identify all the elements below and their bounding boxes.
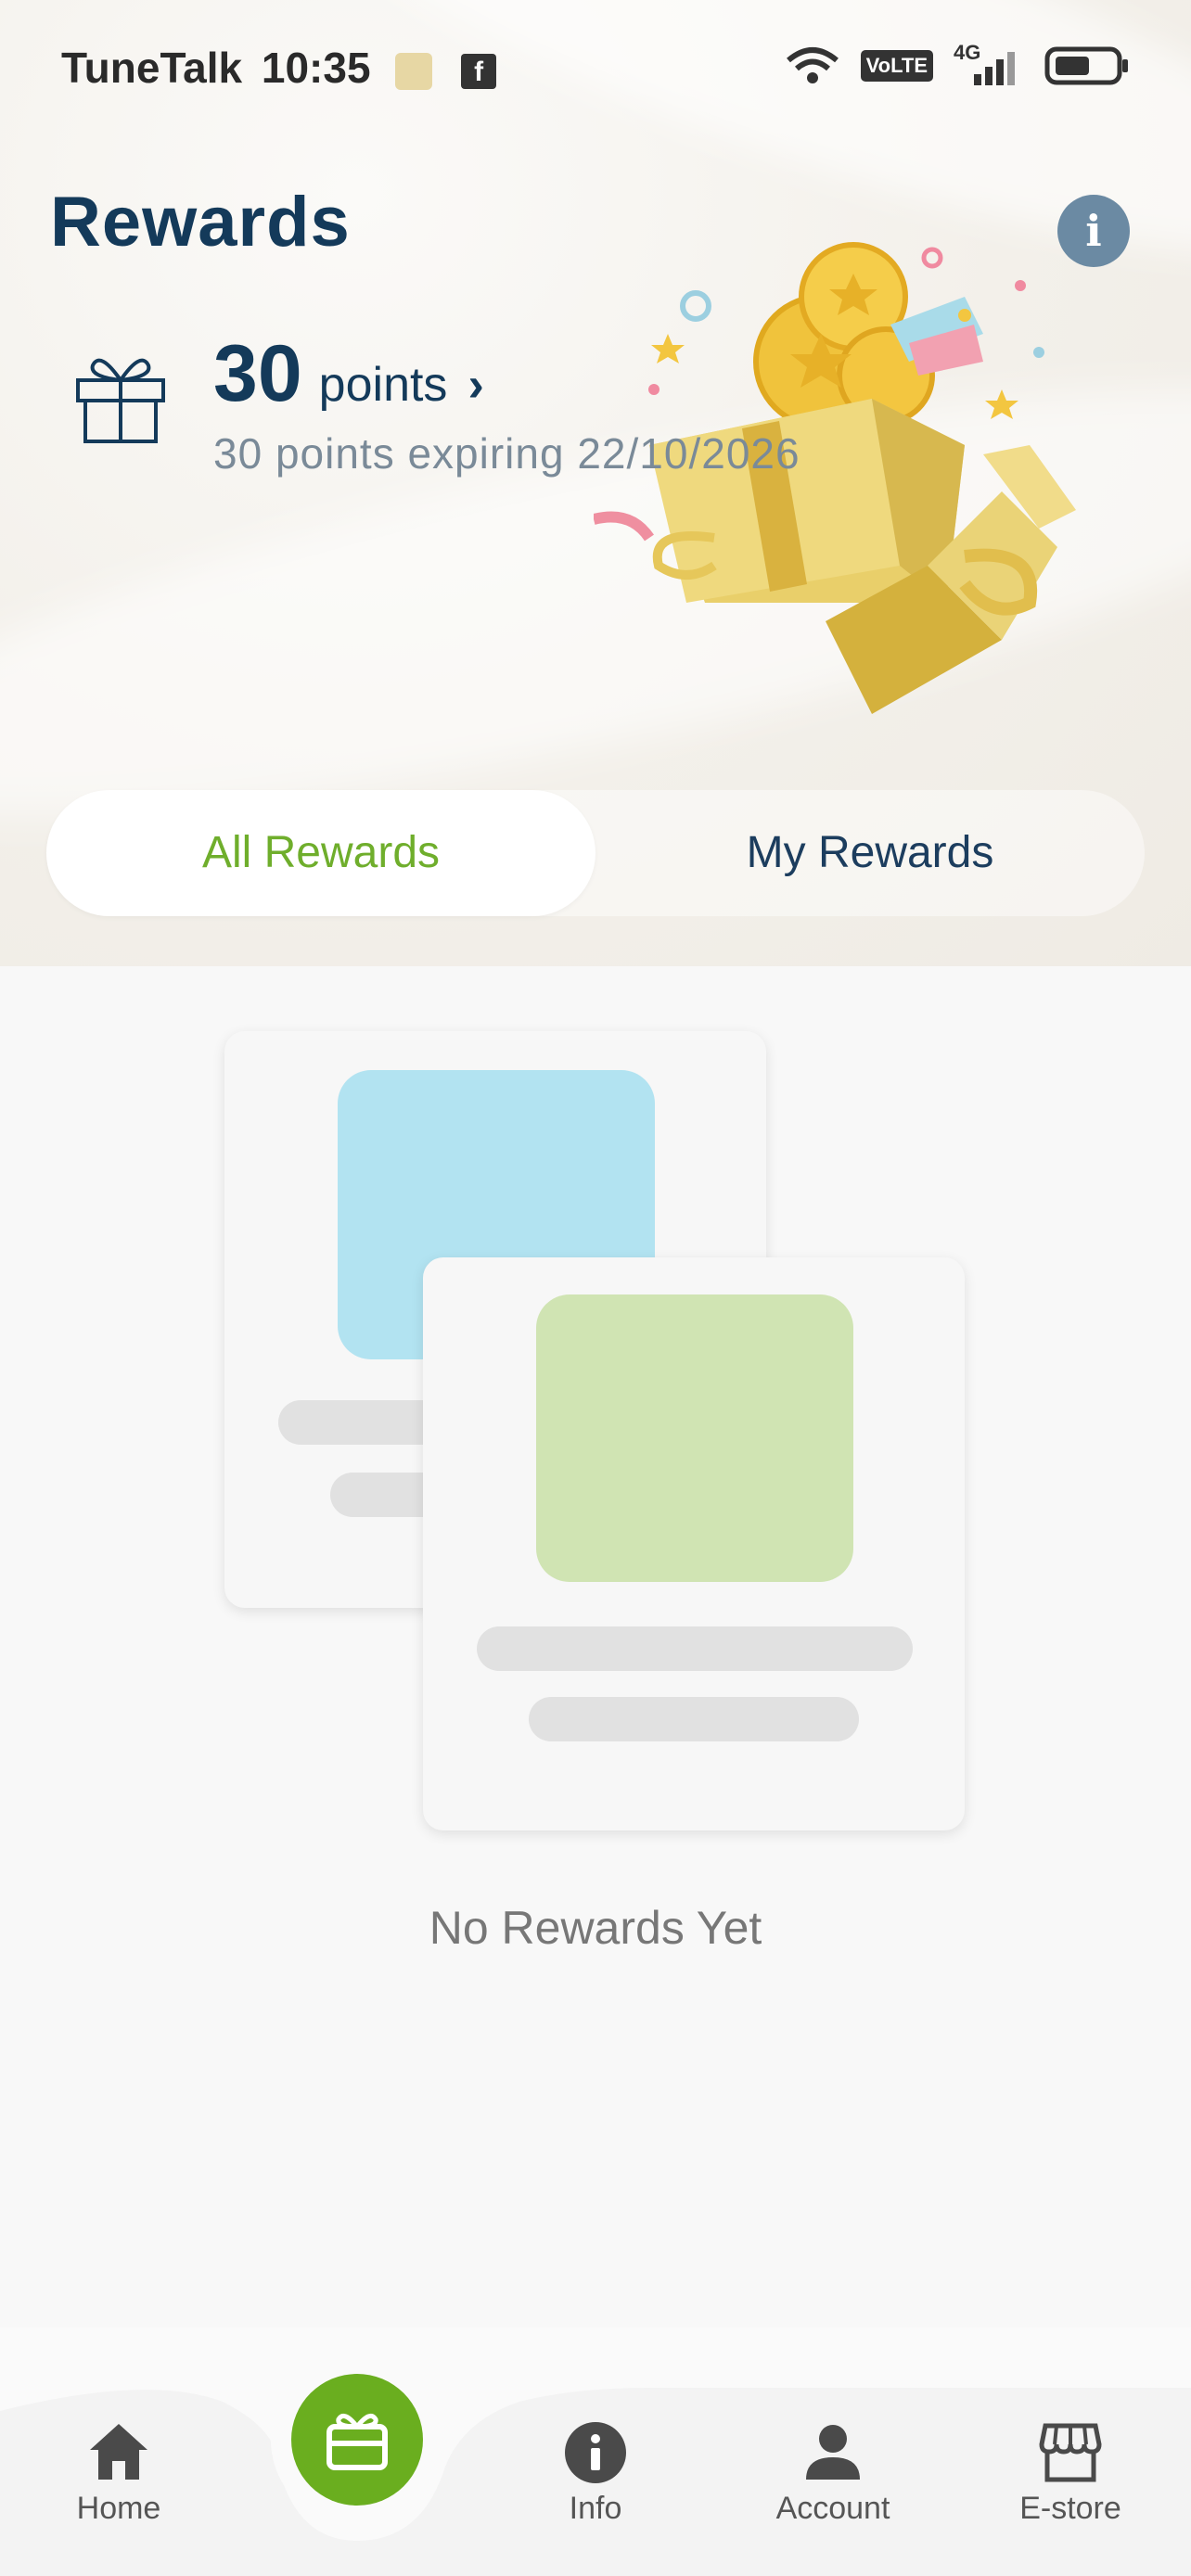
- rewards-nav-button[interactable]: [291, 2374, 423, 2506]
- placeholder-image: [536, 1294, 853, 1582]
- nav-label-estore: E-store: [1019, 2491, 1121, 2526]
- tab-all-rewards[interactable]: All Rewards: [46, 790, 596, 916]
- empty-state-text: No Rewards Yet: [429, 1902, 762, 1954]
- placeholder-line: [529, 1697, 859, 1741]
- carrier-name: TuneTalk: [61, 44, 243, 92]
- store-icon: [1039, 2423, 1102, 2482]
- nav-estore[interactable]: E-store: [978, 2420, 1163, 2527]
- points-unit: points: [318, 358, 448, 412]
- nav-label-account: Account: [775, 2491, 890, 2526]
- nav-info[interactable]: Info: [503, 2420, 688, 2527]
- signal-icon: 4G: [954, 41, 1024, 87]
- info-icon: [565, 2422, 626, 2483]
- nav-account[interactable]: Account: [740, 2420, 926, 2527]
- battery-icon: [1044, 46, 1128, 85]
- clock: 10:35: [261, 44, 371, 92]
- points-expiry: 30 points expiring 22/10/2026: [213, 429, 800, 478]
- notification-image-icon: [395, 52, 433, 90]
- status-carrier-time: TuneTalk 10:35 f: [61, 43, 497, 93]
- nav-label-home: Home: [76, 2491, 161, 2526]
- page-title: Rewards: [50, 183, 351, 261]
- tab-my-rewards[interactable]: My Rewards: [596, 790, 1145, 916]
- facebook-icon: f: [461, 53, 497, 89]
- chevron-right-icon: ›: [467, 358, 484, 412]
- points-summary[interactable]: 30 points ›: [213, 328, 484, 420]
- nav-label-info: Info: [569, 2491, 622, 2526]
- home-icon: [90, 2424, 147, 2480]
- empty-state-card: [423, 1257, 965, 1830]
- placeholder-line: [477, 1626, 913, 1671]
- rewards-tabs: All Rewards My Rewards: [46, 790, 1145, 916]
- volte-badge: VoLTE: [860, 50, 933, 82]
- account-icon: [806, 2425, 860, 2480]
- status-bar: TuneTalk 10:35 f VoLTE 4G: [0, 0, 1191, 134]
- gift-icon: [76, 358, 165, 443]
- status-icons: VoLTE 4G: [785, 41, 1130, 87]
- points-value: 30: [213, 329, 302, 418]
- wifi-icon: [786, 47, 839, 83]
- nav-home[interactable]: Home: [26, 2420, 211, 2527]
- rewards-icon: [327, 2413, 388, 2470]
